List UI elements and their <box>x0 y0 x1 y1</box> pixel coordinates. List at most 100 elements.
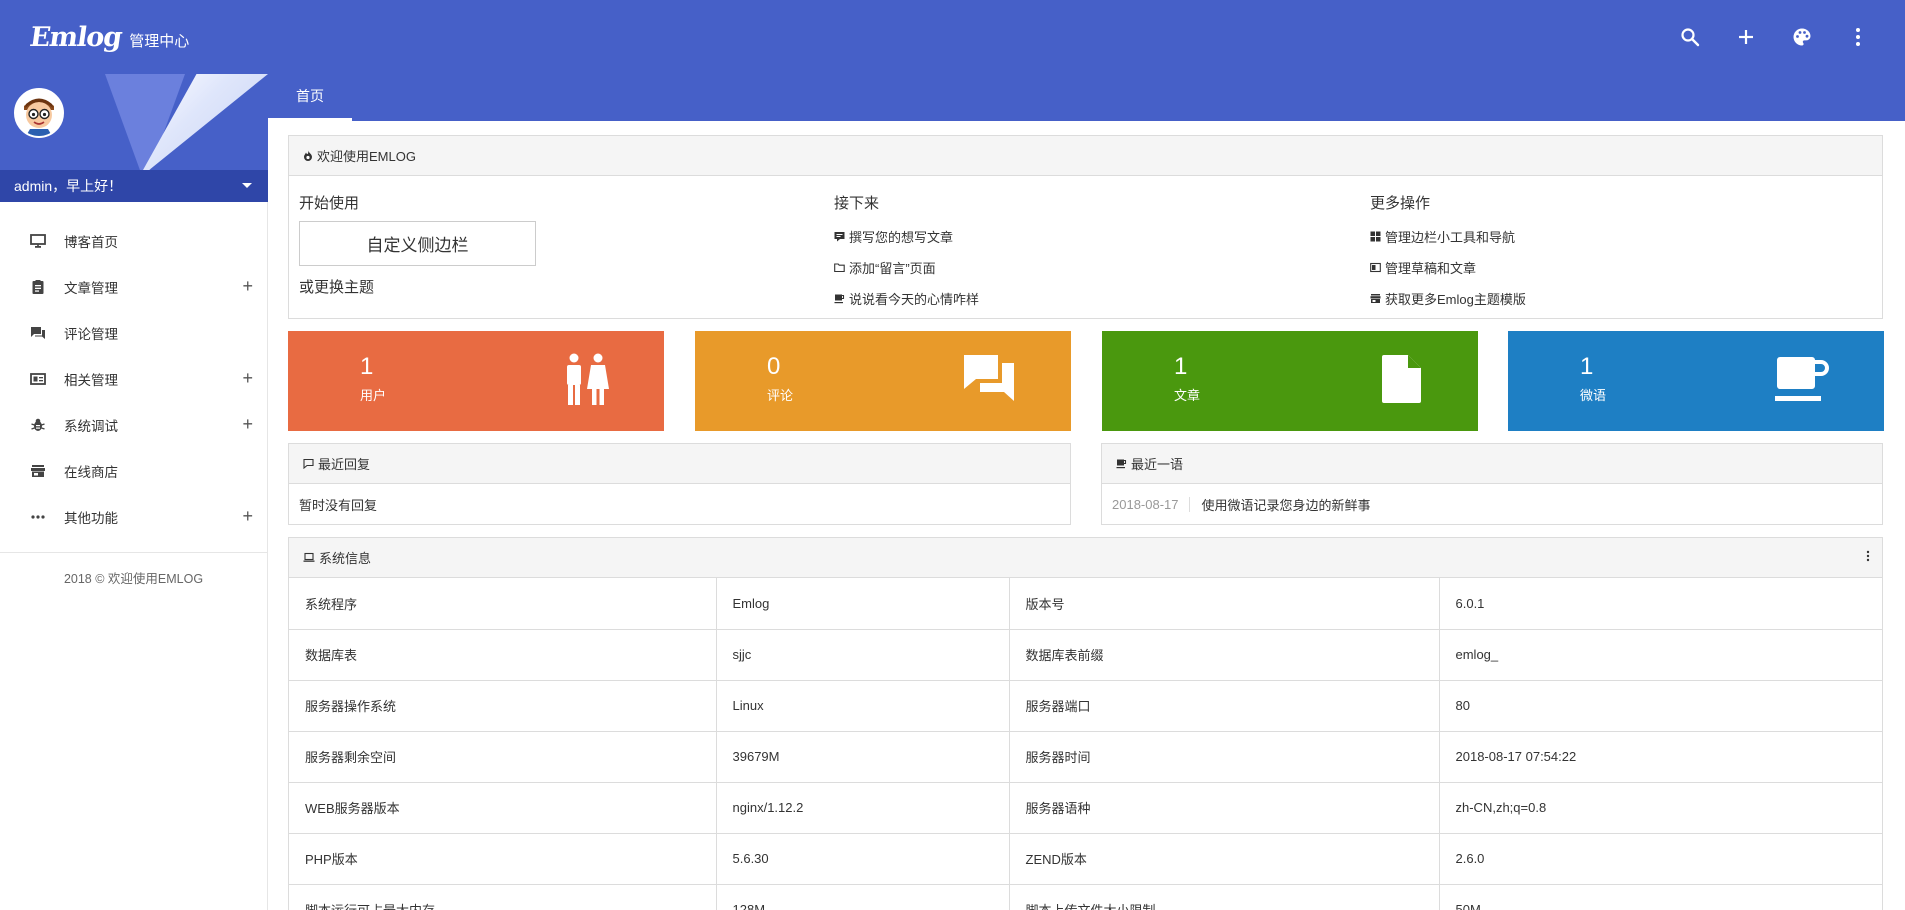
tab-bar: 首页 <box>268 74 1905 121</box>
profile-header: admin，早上好！ <box>0 74 268 202</box>
comments-icon <box>30 325 46 341</box>
write-article-link[interactable]: 撰写您的想写文章 <box>834 221 979 252</box>
table-row: 数据库表 sjjc 数据库表前缀 emlog_ <box>289 628 1882 680</box>
stat-value: 1 <box>1174 353 1188 380</box>
link-label: 说说看今天的心情咋样 <box>849 292 980 307</box>
sidebar-item-label: 其他功能 <box>64 511 118 526</box>
info-value: 5.6.30 <box>716 832 1010 884</box>
sidebar-item-blog-home[interactable]: 博客首页 <box>0 218 267 264</box>
info-label: WEB服务器版本 <box>289 781 717 833</box>
clipboard-icon <box>30 279 46 295</box>
sidebar-divider <box>0 552 267 553</box>
post-mood-link[interactable]: 说说看今天的心情咋样 <box>834 283 979 314</box>
info-label: 数据库表前缀 <box>1009 628 1440 680</box>
table-row: PHP版本 5.6.30 ZEND版本 2.6.0 <box>289 832 1882 884</box>
sidebar-item-articles[interactable]: 文章管理 + <box>0 264 267 310</box>
manage-widgets-link[interactable]: 管理边栏小工具和导航 <box>1370 221 1526 252</box>
coffee-icon <box>834 293 845 304</box>
stat-label: 微语 <box>1580 388 1607 403</box>
tab-home[interactable]: 首页 <box>268 74 352 121</box>
add-guestbook-link[interactable]: 添加“留言”页面 <box>834 252 979 283</box>
stat-card-articles[interactable]: 1 文章 <box>1102 331 1478 431</box>
info-value: 50M <box>1439 883 1882 910</box>
welcome-title: 欢迎使用EMLOG <box>317 149 416 164</box>
no-replies-text: 暂时没有回复 <box>299 497 378 513</box>
recent-replies-panel: 最近回复 暂时没有回复 <box>288 443 1071 525</box>
avatar[interactable] <box>14 88 64 138</box>
table-row: WEB服务器版本 nginx/1.12.2 服务器语种 zh-CN,zh;q=0.8 <box>289 781 1882 833</box>
info-value: sjjc <box>716 628 1010 680</box>
stat-card-comments[interactable]: 0 评论 <box>695 331 1071 431</box>
recent-saying-title: 最近一语 <box>1131 457 1184 472</box>
plus-icon[interactable] <box>1733 24 1759 50</box>
sidebar-menu: 博客首页 文章管理 + 评论管理 相关管理 + 系统调试 + 在线商店 其他功能 <box>0 218 267 540</box>
sidebar-item-label: 相关管理 <box>64 373 118 388</box>
fire-icon <box>303 150 313 161</box>
sidebar-item-label: 文章管理 <box>64 281 118 296</box>
info-label: 数据库表 <box>289 628 717 680</box>
stat-value: 1 <box>1580 353 1594 380</box>
system-info-panel: 系统信息 系统程序 Emlog 版本号 6.0.1 数据库表 sjjc 数据库表前缀 emlo… <box>288 537 1883 910</box>
sidebar-item-comments[interactable]: 评论管理 <box>0 310 267 356</box>
comment-edit-icon <box>834 231 845 242</box>
info-value: 80 <box>1439 679 1882 731</box>
stat-card-users[interactable]: 1 用户 <box>288 331 664 431</box>
info-label: 服务器操作系统 <box>289 679 717 731</box>
info-value: 6.0.1 <box>1455 595 1485 611</box>
customize-sidebar-button[interactable]: 自定义侧边栏 <box>299 221 536 266</box>
file-icon <box>1381 353 1423 408</box>
info-label: 服务器语种 <box>1009 781 1440 833</box>
info-label: 服务器端口 <box>1009 679 1440 731</box>
welcome-panel: 欢迎使用EMLOG 开始使用 自定义侧边栏 或更换主题 接下来 撰写您的想写文章… <box>288 135 1883 319</box>
more-vert-icon[interactable] <box>1845 24 1871 50</box>
widgets-icon <box>1370 231 1381 242</box>
more-vert-icon[interactable] <box>1866 550 1870 565</box>
recent-saying-header: 最近一语 <box>1102 444 1882 484</box>
search-icon[interactable] <box>1677 24 1703 50</box>
bug-icon <box>30 417 46 433</box>
welcome-col-heading: 更多操作 <box>1370 195 1431 212</box>
info-value: zh-CN,zh;q=0.8 <box>1439 781 1882 833</box>
info-value: 2018-08-17 07:54:22 <box>1439 730 1882 782</box>
link-label: 获取更多Emlog主题模版 <box>1385 292 1526 307</box>
brand-logo: Emlog <box>27 21 124 53</box>
system-info-table: 系统程序 Emlog 版本号 6.0.1 数据库表 sjjc 数据库表前缀 emlog_ 服务器… <box>289 578 1882 910</box>
monitor-icon <box>30 233 46 249</box>
brand[interactable]: Emlog 管理中心 <box>27 21 189 53</box>
info-label: 系统程序 <box>289 578 717 629</box>
store-icon <box>1370 293 1381 304</box>
expand-plus-icon[interactable]: + <box>242 415 253 433</box>
get-themes-link[interactable]: 获取更多Emlog主题模版 <box>1370 283 1526 314</box>
info-value: Emlog <box>716 578 1010 629</box>
saying-row[interactable]: 2018-08-17 使用微语记录您身边的新鲜事 <box>1102 484 1882 524</box>
recent-replies-header: 最近回复 <box>289 444 1070 484</box>
expand-plus-icon[interactable]: + <box>242 507 253 525</box>
welcome-col-more: 更多操作 管理边栏小工具和导航 管理草稿和文章 获取更多Emlog主题模版 <box>1370 192 1526 314</box>
manage-drafts-link[interactable]: 管理草稿和文章 <box>1370 252 1526 283</box>
saying-date: 2018-08-17 <box>1112 496 1190 512</box>
info-label: 服务器剩余空间 <box>289 730 717 782</box>
expand-plus-icon[interactable]: + <box>242 277 253 295</box>
coffee-icon <box>1116 458 1127 469</box>
sidebar-item-other[interactable]: 其他功能 + <box>0 494 267 540</box>
link-label: 管理草稿和文章 <box>1385 261 1477 276</box>
expand-plus-icon[interactable]: + <box>242 369 253 387</box>
change-theme-link[interactable]: 或更换主题 <box>299 276 536 297</box>
system-info-header: 系统信息 <box>289 538 1882 578</box>
palette-icon[interactable] <box>1789 24 1815 50</box>
profile-greeting-bar[interactable]: admin，早上好！ <box>0 170 268 202</box>
comment-icon <box>303 458 314 469</box>
coffee-icon <box>1775 353 1829 406</box>
stat-card-sayings[interactable]: 1 微语 <box>1508 331 1884 431</box>
sidebar-item-debug[interactable]: 系统调试 + <box>0 402 267 448</box>
welcome-panel-header: 欢迎使用EMLOG <box>289 136 1882 176</box>
stat-label: 评论 <box>767 388 794 403</box>
store-icon <box>30 463 46 479</box>
sidebar-item-label: 博客首页 <box>64 235 118 250</box>
sidebar-item-related[interactable]: 相关管理 + <box>0 356 267 402</box>
info-label: ZEND版本 <box>1009 832 1440 884</box>
stat-value: 0 <box>767 353 781 380</box>
link-label: 添加“留言”页面 <box>849 261 936 276</box>
top-bar: Emlog 管理中心 <box>0 0 1905 74</box>
sidebar-item-store[interactable]: 在线商店 <box>0 448 267 494</box>
